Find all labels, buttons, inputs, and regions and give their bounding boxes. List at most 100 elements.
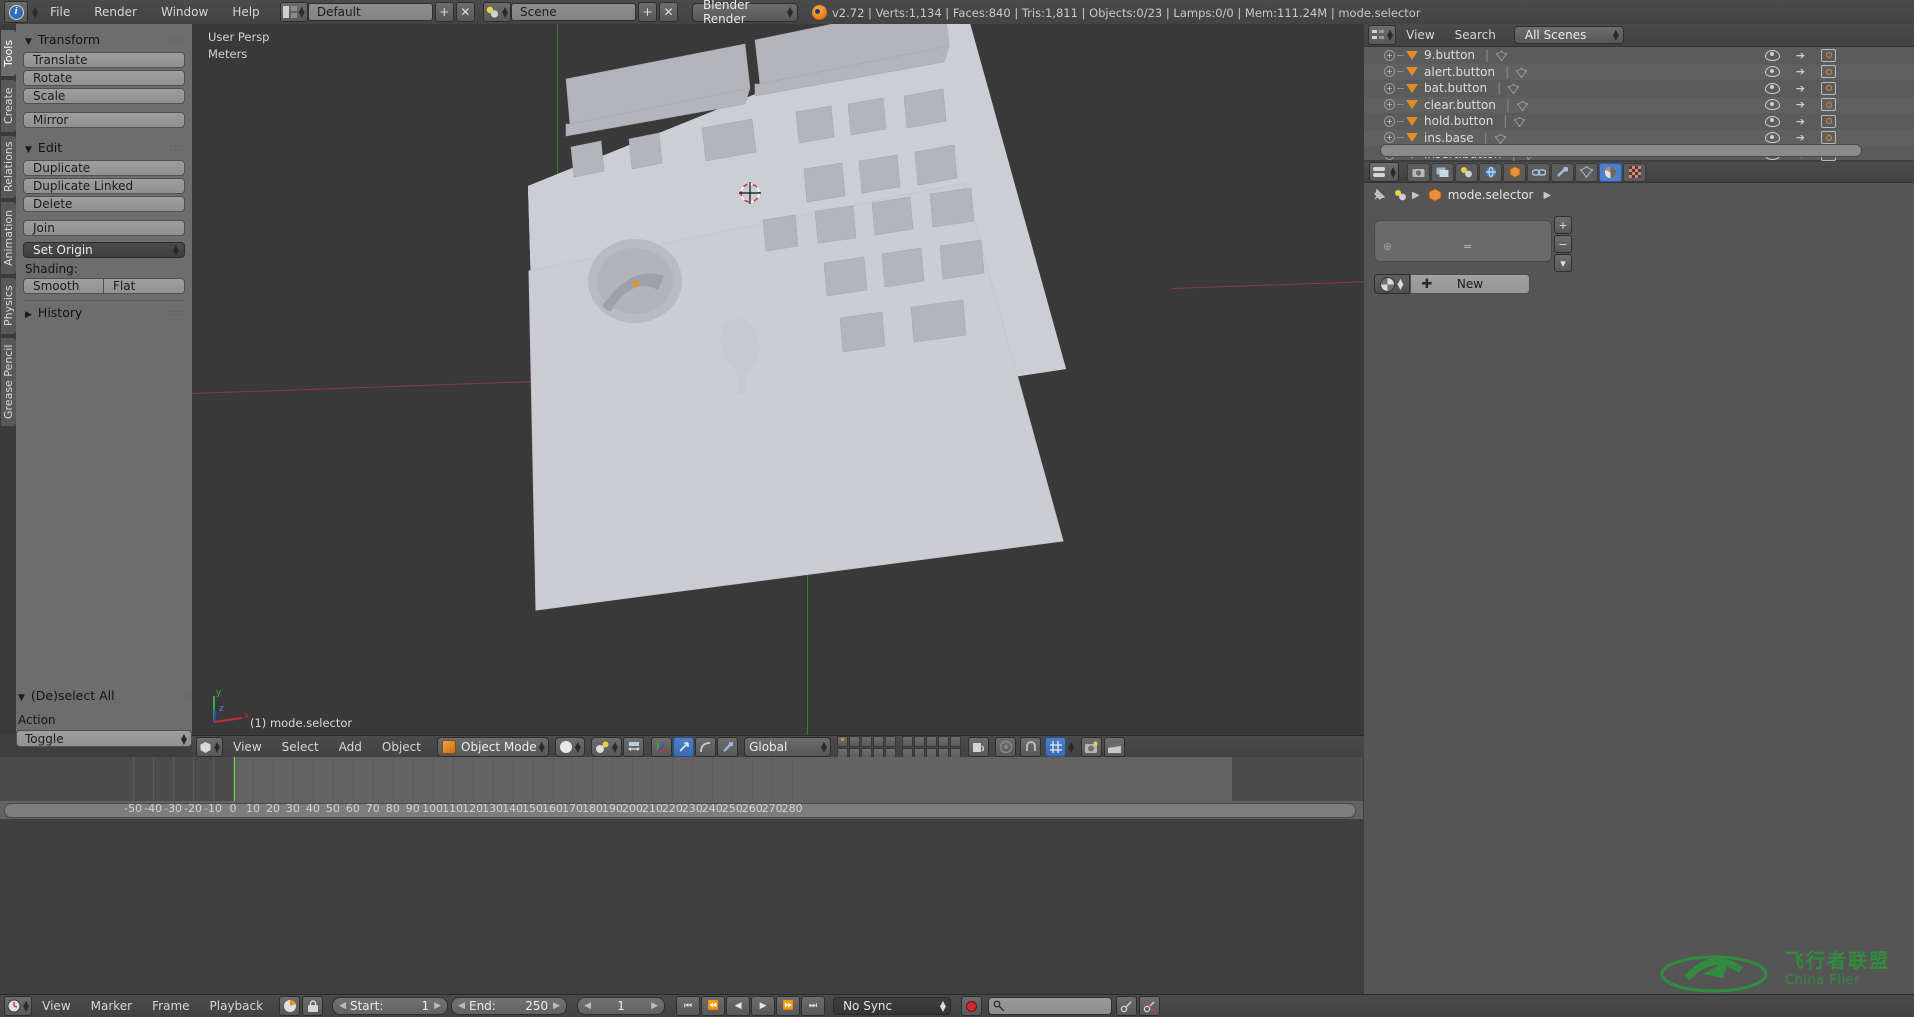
- scene-layers-block-1[interactable]: [837, 735, 897, 759]
- add-material-slot-button[interactable]: +: [1554, 216, 1572, 234]
- properties-editor-type-button[interactable]: ▲ ▼: [1369, 162, 1400, 182]
- tool-shade-flat[interactable]: Flat: [104, 278, 185, 294]
- timeline-ruler[interactable]: -50 -40 -30 -20 -10 0 10 20 30 40 50 60 70 80 90 100 110…: [0, 757, 1363, 819]
- screen-layout-icon[interactable]: ▲ ▼: [279, 2, 308, 22]
- scene-layers-block-2[interactable]: [902, 735, 962, 759]
- cursor-select-icon[interactable]: ➔: [1796, 115, 1805, 128]
- mesh-data-icon[interactable]: [1494, 133, 1506, 145]
- current-frame-field[interactable]: ◀ 1 ▶: [577, 997, 666, 1015]
- layer-cell[interactable]: [873, 735, 885, 747]
- 3d-viewport[interactable]: User Persp Meters x y z (1) mode.selecto…: [192, 24, 1364, 735]
- layer-cell[interactable]: [938, 735, 950, 747]
- screen-layout-selector[interactable]: ▲ ▼ Default + ✕: [279, 2, 475, 22]
- layer-cell[interactable]: [849, 735, 861, 747]
- tool-shade-smooth[interactable]: Smooth: [23, 278, 105, 294]
- outliner-display-mode-selector[interactable]: All Scenes ▲ ▼: [1513, 26, 1624, 44]
- pin-icon[interactable]: [1372, 188, 1386, 202]
- scene-selector[interactable]: ▲ ▼ Scene + ✕: [482, 2, 678, 22]
- outliner-row[interactable]: + alert.button | ➔: [1364, 63, 1914, 80]
- snap-element-button[interactable]: [1045, 737, 1067, 757]
- eye-icon[interactable]: [1764, 115, 1780, 127]
- outliner-menu-search[interactable]: Search: [1445, 24, 1506, 46]
- proportional-edit-button[interactable]: [995, 737, 1017, 757]
- expand-icon[interactable]: +: [1384, 115, 1395, 127]
- jump-to-end-button[interactable]: ⏭: [801, 996, 826, 1016]
- layer-cell[interactable]: [914, 735, 926, 747]
- tab-relations[interactable]: Relations: [1, 136, 16, 198]
- mesh-object-icon[interactable]: [1406, 116, 1418, 126]
- frame-start-field[interactable]: ◀ Start: 1 ▶: [332, 997, 449, 1015]
- tool-translate[interactable]: Translate: [23, 52, 185, 68]
- eye-icon[interactable]: [1764, 49, 1780, 61]
- layer-cell[interactable]: [902, 735, 914, 747]
- panel-header-history[interactable]: ▶ History ::::: [25, 305, 185, 320]
- cursor-select-icon[interactable]: ➔: [1796, 131, 1805, 144]
- add-screen-layout-button[interactable]: +: [434, 2, 454, 22]
- outliner-editor-type-button[interactable]: ▲ ▼: [1368, 25, 1397, 45]
- scene-icon[interactable]: ▲ ▼: [482, 2, 511, 22]
- viewport-menu-add[interactable]: Add: [329, 736, 372, 758]
- render-preview-button[interactable]: [1081, 737, 1103, 757]
- jump-to-start-button[interactable]: ⏮: [676, 996, 701, 1016]
- mesh-object-icon[interactable]: [1406, 50, 1418, 60]
- delete-scene-button[interactable]: ✕: [658, 2, 678, 22]
- expand-icon[interactable]: +: [1384, 132, 1395, 144]
- delete-screen-layout-button[interactable]: ✕: [455, 2, 475, 22]
- tool-set-origin[interactable]: Set Origin ▲ ▼: [23, 242, 185, 258]
- prev-keyframe-button[interactable]: ⏪: [701, 996, 726, 1016]
- add-keying-set-button[interactable]: [1116, 996, 1138, 1016]
- material-browse-button[interactable]: ▲ ▼: [1374, 274, 1410, 294]
- mesh-object-icon[interactable]: [1406, 83, 1418, 93]
- tool-rotate[interactable]: Rotate: [23, 70, 185, 86]
- expand-icon[interactable]: +: [1384, 82, 1395, 94]
- tab-scene[interactable]: [1455, 162, 1479, 182]
- panel-header-edit[interactable]: ▼ Edit ::::: [25, 140, 185, 155]
- mesh-data-icon[interactable]: [1495, 50, 1508, 62]
- manipulator-toggle-button[interactable]: [623, 737, 645, 757]
- play-button[interactable]: ▶: [751, 996, 776, 1016]
- viewport-menu-view[interactable]: View: [223, 736, 271, 758]
- panel-header-deselect-all[interactable]: ▼ (De)select All ::::: [18, 688, 196, 703]
- eye-icon[interactable]: [1764, 99, 1780, 111]
- tab-modifiers[interactable]: [1551, 162, 1575, 182]
- outliner-row[interactable]: +9.button | ➔: [1364, 47, 1914, 64]
- object-breadcrumb-icon[interactable]: [1428, 188, 1442, 202]
- menu-window[interactable]: Window: [149, 0, 220, 24]
- tool-duplicate-linked[interactable]: Duplicate Linked: [23, 178, 185, 194]
- eye-icon[interactable]: [1764, 66, 1780, 78]
- camera-render-icon[interactable]: [1821, 98, 1836, 112]
- tab-tools[interactable]: Tools: [1, 30, 16, 76]
- tool-join[interactable]: Join: [23, 220, 185, 236]
- lock-layers-button[interactable]: [968, 737, 990, 757]
- snap-mode-spinner[interactable]: ▲ ▼: [1068, 741, 1074, 754]
- mesh-data-icon[interactable]: [1507, 83, 1520, 95]
- timeline-menu-frame[interactable]: Frame: [142, 995, 199, 1017]
- scene-breadcrumb-icon[interactable]: [1394, 189, 1408, 202]
- viewport-menu-object[interactable]: Object: [372, 736, 431, 758]
- timeline-menu-playback[interactable]: Playback: [200, 995, 274, 1017]
- cursor-select-icon[interactable]: ➔: [1796, 65, 1805, 78]
- camera-render-icon[interactable]: [1821, 114, 1836, 128]
- camera-render-icon[interactable]: [1821, 65, 1836, 79]
- menu-file[interactable]: File: [38, 0, 82, 24]
- viewport-editor-type-button[interactable]: ▲ ▼: [196, 737, 224, 757]
- manipulator-scale-button[interactable]: [695, 737, 717, 757]
- tab-object-data[interactable]: [1575, 162, 1599, 182]
- menu-help[interactable]: Help: [220, 0, 271, 24]
- snap-toggle-button[interactable]: [1020, 737, 1042, 757]
- tab-grease-pencil[interactable]: Grease Pencil: [1, 338, 16, 426]
- layer-cell[interactable]: [926, 735, 938, 747]
- camera-render-icon[interactable]: [1821, 48, 1836, 62]
- frame-end-field[interactable]: ◀ End: 250 ▶: [451, 997, 568, 1015]
- cursor-select-icon[interactable]: ➔: [1796, 98, 1805, 111]
- remove-keying-set-button[interactable]: [1139, 996, 1161, 1016]
- tool-delete[interactable]: Delete: [23, 196, 185, 212]
- cursor-select-icon[interactable]: ➔: [1796, 49, 1805, 62]
- layer-cell[interactable]: [861, 735, 873, 747]
- layer-cell[interactable]: [885, 735, 897, 747]
- viewport-shading-selector[interactable]: ▲ ▼: [554, 737, 585, 757]
- add-scene-button[interactable]: +: [637, 2, 657, 22]
- tab-texture[interactable]: [1623, 162, 1647, 182]
- mesh-object-icon[interactable]: [1406, 133, 1418, 143]
- viewport-menu-select[interactable]: Select: [272, 736, 329, 758]
